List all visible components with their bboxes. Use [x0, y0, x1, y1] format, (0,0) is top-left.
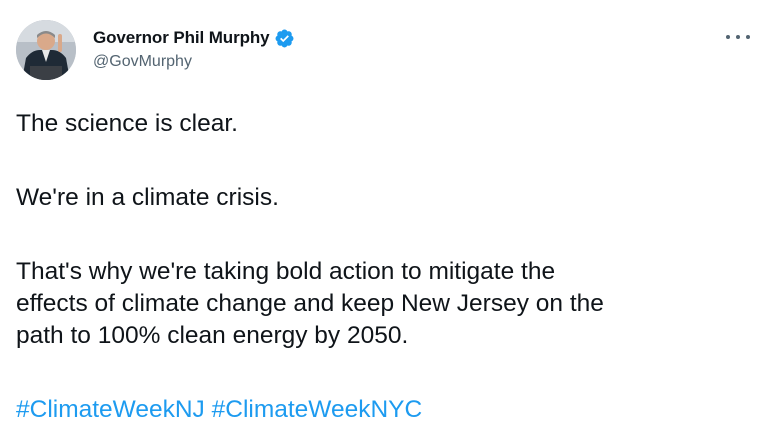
- author-info: Governor Phil Murphy @GovMurphy: [93, 27, 295, 71]
- more-dot: [746, 35, 750, 39]
- hashtag-link[interactable]: #ClimateWeekNJ: [16, 396, 205, 423]
- author-name-row: Governor Phil Murphy: [93, 27, 295, 49]
- more-dot: [726, 35, 730, 39]
- author-handle[interactable]: @GovMurphy: [93, 53, 295, 71]
- author-display-name[interactable]: Governor Phil Murphy: [93, 28, 270, 48]
- tweet-line: path to 100% clean energy by 2050.: [16, 322, 409, 349]
- tweet-line: We're in a climate crisis.: [16, 184, 279, 211]
- more-dot: [736, 35, 740, 39]
- tweet-card: Governor Phil Murphy @GovMurphy The scie…: [0, 0, 772, 444]
- author-avatar[interactable]: [16, 20, 76, 80]
- hashtag-link[interactable]: #ClimateWeekNYC: [212, 396, 423, 423]
- tweet-line: The science is clear.: [16, 110, 238, 137]
- tweet-text: The science is clear. We're in a climate…: [16, 108, 756, 426]
- more-options-icon[interactable]: [726, 30, 750, 44]
- tweet-hashtags: #ClimateWeekNJ #ClimateWeekNYC: [16, 394, 756, 426]
- person-at-podium-avatar-icon: [16, 20, 76, 80]
- verified-badge-icon: [275, 29, 293, 47]
- tweet-line: That's why we're taking bold action to m…: [16, 258, 556, 285]
- tweet-line: effects of climate change and keep New J…: [16, 290, 604, 317]
